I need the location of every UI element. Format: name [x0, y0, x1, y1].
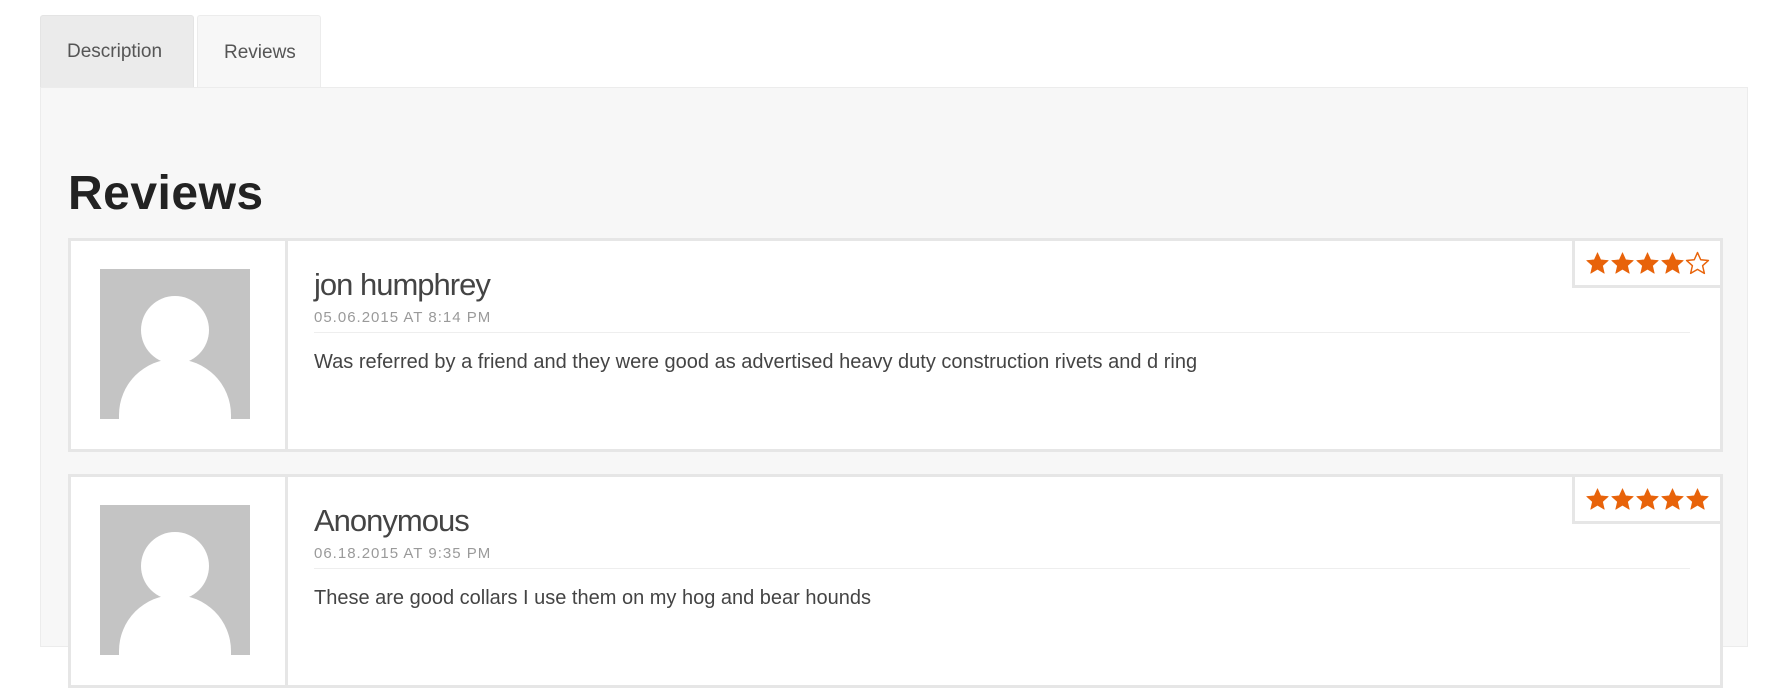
star-filled-icon — [1685, 487, 1710, 512]
review-text: These are good collars I use them on my … — [314, 587, 872, 609]
star-filled-icon — [1610, 487, 1635, 512]
review-author: jon humphrey — [314, 267, 491, 302]
avatar-placeholder-icon — [100, 505, 250, 655]
avatar-cell — [71, 477, 288, 685]
review-author: Anonymous — [314, 503, 470, 538]
tab-bar: Description Reviews — [40, 15, 324, 89]
review-content: Anonymous 06.18.2015 AT 9:35 PM These ar… — [314, 503, 1690, 610]
review-content: jon humphrey 05.06.2015 AT 8:14 PM Was r… — [314, 267, 1690, 374]
star-filled-icon — [1610, 251, 1635, 276]
review-date: 06.18.2015 AT 9:35 PM — [314, 545, 1690, 569]
tab-reviews[interactable]: Reviews — [197, 15, 321, 89]
star-filled-icon — [1585, 251, 1610, 276]
reviews-heading: Reviews — [68, 167, 264, 220]
tab-description[interactable]: Description — [40, 15, 194, 88]
reviews-panel: Reviews jon humphrey 05.06.2015 AT 8:14 … — [40, 87, 1748, 688]
review-item: Anonymous 06.18.2015 AT 9:35 PM These ar… — [68, 474, 1723, 688]
star-filled-icon — [1635, 251, 1660, 276]
star-filled-icon — [1635, 487, 1660, 512]
star-filled-icon — [1660, 251, 1685, 276]
avatar-cell — [71, 241, 288, 449]
star-rating — [1572, 238, 1723, 288]
review-text: Was referred by a friend and they were g… — [314, 351, 1198, 373]
star-filled-icon — [1660, 487, 1685, 512]
review-date: 05.06.2015 AT 8:14 PM — [314, 309, 1690, 333]
star-empty-icon — [1685, 251, 1710, 276]
avatar-placeholder-icon — [100, 269, 250, 419]
star-filled-icon — [1585, 487, 1610, 512]
review-item: jon humphrey 05.06.2015 AT 8:14 PM Was r… — [68, 238, 1723, 452]
star-rating — [1572, 474, 1723, 524]
